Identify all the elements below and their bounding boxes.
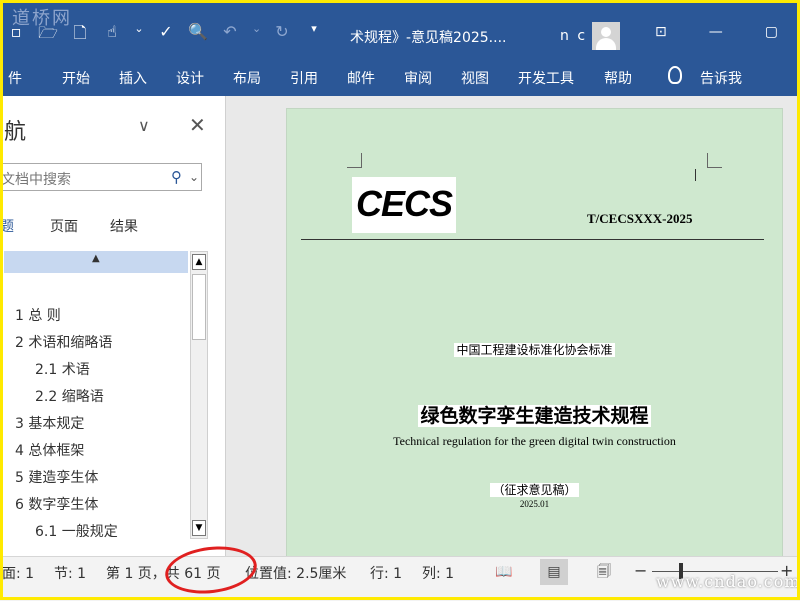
page-corner-mark	[347, 153, 362, 168]
heading-item[interactable]: 6 数字孪生体	[15, 494, 98, 514]
tab-design[interactable]: 设计	[176, 68, 204, 88]
status-page[interactable]: 页面: 1	[0, 563, 34, 583]
window-controls: ⊡ — ▢	[655, 24, 778, 40]
tab-headings[interactable]: 标题	[0, 216, 14, 236]
web-layout-icon[interactable]: 🗐	[590, 559, 618, 585]
user-name[interactable]: n c	[560, 28, 587, 44]
heading-item[interactable]: 1 总 则	[15, 305, 61, 325]
tab-developer[interactable]: 开发工具	[518, 68, 574, 88]
minimize-icon[interactable]: —	[709, 24, 723, 40]
status-column[interactable]: 列: 1	[422, 563, 454, 583]
document-title: 术规程》-意见稿2025....	[350, 30, 507, 46]
read-mode-icon[interactable]: 📖	[490, 559, 518, 585]
tab-pages[interactable]: 页面	[50, 216, 78, 236]
ribbon-tabs: 件 开始 插入 设计 布局 引用 邮件 审阅 视图 开发工具 帮助 告诉我	[0, 60, 800, 96]
zoom-out-button[interactable]: −	[634, 561, 647, 580]
status-position[interactable]: 位置值: 2.5厘米	[245, 563, 346, 583]
standard-code: T/CECSXXX-2025	[587, 211, 693, 226]
nav-search-box[interactable]: 在文档中搜索 ⚲ ⌄	[0, 163, 202, 191]
restore-icon[interactable]: ▢	[765, 24, 778, 40]
customize-icon[interactable]: ▾	[304, 22, 324, 49]
heading-item[interactable]: 2.1 术语	[35, 359, 90, 379]
tab-review[interactable]: 审阅	[404, 68, 432, 88]
new-file-icon[interactable]: 🗋	[70, 22, 90, 49]
document-area: CECS T/CECSXXX-2025 中国工程建设标准化协会标准 绿色数字孪生…	[226, 96, 800, 558]
search-icon[interactable]: ⚲	[171, 168, 182, 186]
heading-item[interactable]: 4 总体框架	[15, 440, 84, 460]
tab-layout[interactable]: 布局	[233, 68, 261, 88]
tab-mailings[interactable]: 邮件	[347, 68, 375, 88]
open-folder-icon[interactable]: 🗁	[38, 22, 58, 49]
association-name: 中国工程建设标准化协会标准	[454, 343, 615, 357]
tab-file[interactable]: 件	[8, 68, 22, 88]
title-bar: 道桥网 ▫ 🗁 🗋 ☝ ⌄ ✓ 🔍 ↶ ⌄ ↻ ▾ 术规程》-意见稿2025..…	[0, 0, 800, 60]
tell-me-box[interactable]: 告诉我	[700, 68, 742, 88]
spelling-icon[interactable]: ✓	[156, 22, 176, 49]
nav-pane-title: 导航	[0, 120, 27, 145]
ribbon-display-icon[interactable]: ⊡	[655, 24, 667, 40]
logo-text: CECS	[355, 183, 453, 224]
document-title-en: Technical regulation for the green digit…	[393, 434, 676, 448]
user-avatar[interactable]	[592, 22, 620, 50]
collapse-up-icon: ▲	[92, 253, 100, 264]
chevron-down-icon[interactable]: ∨	[138, 116, 150, 135]
heading-item[interactable]: 2.2 缩略语	[35, 386, 104, 406]
watermark-bottom: www.cndao.com	[656, 572, 800, 591]
document-page[interactable]: CECS T/CECSXXX-2025 中国工程建设标准化协会标准 绿色数字孪生…	[286, 108, 783, 558]
document-date: 2025.01	[519, 499, 550, 509]
tab-help[interactable]: 帮助	[604, 68, 632, 88]
quick-access-toolbar: ▫ 🗁 🗋 ☝ ⌄ ✓ 🔍 ↶ ⌄ ↻ ▾	[6, 22, 324, 49]
close-icon[interactable]: ✕	[189, 113, 206, 137]
search-dropdown-icon[interactable]: ⌄	[189, 170, 199, 184]
tab-home[interactable]: 开始	[62, 68, 90, 88]
tab-view[interactable]: 视图	[461, 68, 489, 88]
undo-dropdown-icon[interactable]: ⌄	[252, 22, 261, 49]
scroll-up-icon[interactable]: ▲	[192, 254, 206, 270]
print-layout-icon[interactable]: ▤	[540, 559, 568, 585]
lightbulb-icon[interactable]	[668, 66, 682, 84]
dropdown-icon[interactable]: ⌄	[134, 22, 144, 49]
heading-item[interactable]: 3 基本规定	[15, 413, 84, 433]
collapse-all-row[interactable]: ▲	[4, 251, 188, 273]
window-icon[interactable]: ▫	[6, 22, 26, 49]
tab-results[interactable]: 结果	[110, 216, 138, 236]
navigation-pane: 导航 ∨ ✕ 在文档中搜索 ⚲ ⌄ 标题 页面 结果 ▲ 1 总 则 2 术语和…	[0, 96, 226, 556]
page-corner-mark	[707, 153, 722, 168]
heading-list: ▲ 1 总 则 2 术语和缩略语 2.1 术语 2.2 缩略语 3 基本规定 4…	[0, 251, 188, 541]
header-rule	[301, 239, 764, 240]
scroll-down-icon[interactable]: ▼	[192, 520, 206, 536]
undo-icon[interactable]: ↶	[220, 22, 240, 49]
status-section[interactable]: 节: 1	[54, 563, 86, 583]
print-preview-icon[interactable]: 🔍	[188, 22, 208, 49]
draft-status: （征求意见稿）	[490, 483, 579, 497]
search-input[interactable]: 在文档中搜索	[0, 169, 71, 189]
heading-item[interactable]: 5 建造孪生体	[15, 467, 98, 487]
status-line[interactable]: 行: 1	[370, 563, 402, 583]
heading-item[interactable]: 6.1 一般规定	[35, 521, 118, 541]
text-cursor	[695, 169, 696, 181]
cecs-logo: CECS	[352, 177, 456, 233]
document-title-cn: 绿色数字孪生建造技术规程	[418, 405, 651, 427]
tab-references[interactable]: 引用	[290, 68, 318, 88]
tab-insert[interactable]: 插入	[119, 68, 147, 88]
redo-icon[interactable]: ↻	[272, 22, 292, 49]
heading-item[interactable]: 2 术语和缩略语	[15, 332, 112, 352]
touch-mode-icon[interactable]: ☝	[102, 22, 122, 49]
scroll-thumb[interactable]	[192, 274, 206, 340]
